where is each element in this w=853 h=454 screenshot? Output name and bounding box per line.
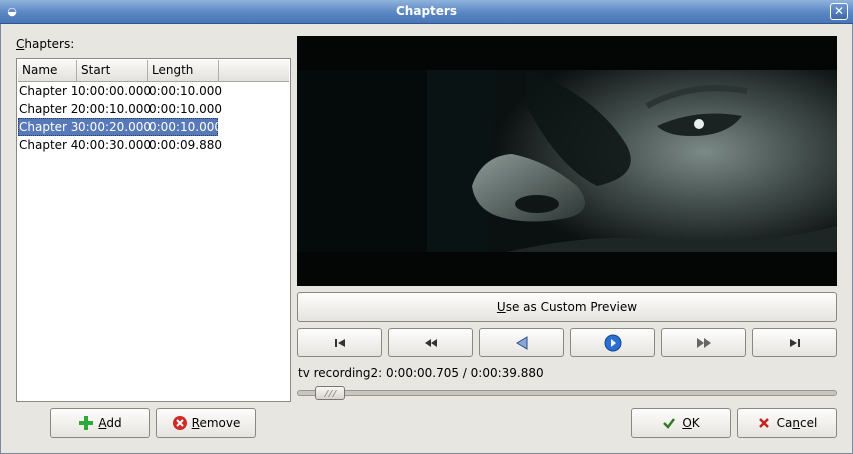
cell-start: 0:00:00.000: [78, 84, 151, 98]
ok-label: OK: [682, 416, 700, 430]
chapters-label: Chapters:: [16, 37, 75, 51]
table-row[interactable]: Chapter 4 0:00:30.000 0:00:09.880: [18, 136, 222, 154]
use-as-custom-preview-label: Use as Custom Preview: [496, 300, 638, 314]
skip-to-start-button[interactable]: [297, 328, 382, 357]
playback-status: tv recording2: 0:00:00.705 / 0:00:39.880: [298, 366, 544, 380]
add-label: Add: [98, 416, 122, 430]
skip-to-end-icon: [789, 339, 800, 347]
video-preview: [297, 36, 837, 286]
skip-to-start-icon: [334, 339, 345, 347]
list-header: Name Start Length: [18, 60, 289, 82]
seek-slider-track[interactable]: [297, 390, 837, 396]
seek-slider-thumb[interactable]: [315, 386, 346, 400]
column-header-name[interactable]: Name: [18, 60, 77, 81]
cell-length: 0:00:09.880: [149, 138, 222, 152]
add-icon: [79, 415, 94, 430]
column-header-start[interactable]: Start: [77, 60, 148, 81]
step-back-button[interactable]: [479, 328, 564, 357]
play-icon: [604, 334, 621, 352]
cancel-icon: [758, 417, 769, 428]
cell-start: 0:00:10.000: [78, 102, 151, 116]
checkmark-icon: [663, 417, 676, 429]
table-row[interactable]: Chapter 2 0:00:10.000 0:00:10.000: [18, 100, 222, 118]
table-row[interactable]: Chapter 1 0:00:00.000 0:00:10.000: [18, 82, 222, 100]
step-back-icon: [515, 336, 527, 350]
use-as-custom-preview-button[interactable]: Use as Custom Preview: [297, 292, 837, 322]
cancel-label: Cancel: [776, 416, 818, 430]
rewind-icon: [424, 339, 437, 347]
rewind-button[interactable]: [388, 328, 473, 357]
skip-to-end-button[interactable]: [752, 328, 837, 357]
cell-length: 0:00:10.000: [149, 84, 222, 98]
close-icon[interactable]: ✕: [830, 3, 848, 20]
cell-name: Chapter 4: [19, 138, 79, 152]
cell-name: Chapter 2: [19, 102, 79, 116]
remove-label: Remove: [191, 416, 241, 430]
window-title: Chapters: [396, 4, 457, 18]
play-button[interactable]: [570, 328, 655, 357]
fast-forward-icon: [696, 338, 711, 348]
cancel-button[interactable]: Cancel: [737, 408, 837, 438]
cell-length: 0:00:10.000: [149, 102, 222, 116]
column-header-filler: [219, 60, 291, 81]
cell-start: 0:00:20.000: [78, 120, 151, 134]
column-header-length[interactable]: Length: [148, 60, 219, 81]
ok-button[interactable]: OK: [631, 408, 731, 438]
video-frame-image: [297, 36, 837, 286]
remove-button[interactable]: Remove: [156, 408, 256, 438]
cell-length: 0:00:10.000: [149, 120, 222, 134]
add-button[interactable]: Add: [50, 408, 150, 438]
title-bar: ◒ Chapters ✕: [0, 0, 853, 24]
chapter-list[interactable]: Name Start Length Chapter 1 0:00:00.000 …: [16, 58, 291, 402]
cell-name: Chapter 1: [19, 84, 79, 98]
remove-icon: [172, 415, 187, 430]
fast-forward-button[interactable]: [661, 328, 746, 357]
cell-name: Chapter 3: [19, 120, 79, 134]
table-row-selected[interactable]: Chapter 3 0:00:20.000 0:00:10.000: [18, 118, 222, 136]
cell-start: 0:00:30.000: [78, 138, 151, 152]
